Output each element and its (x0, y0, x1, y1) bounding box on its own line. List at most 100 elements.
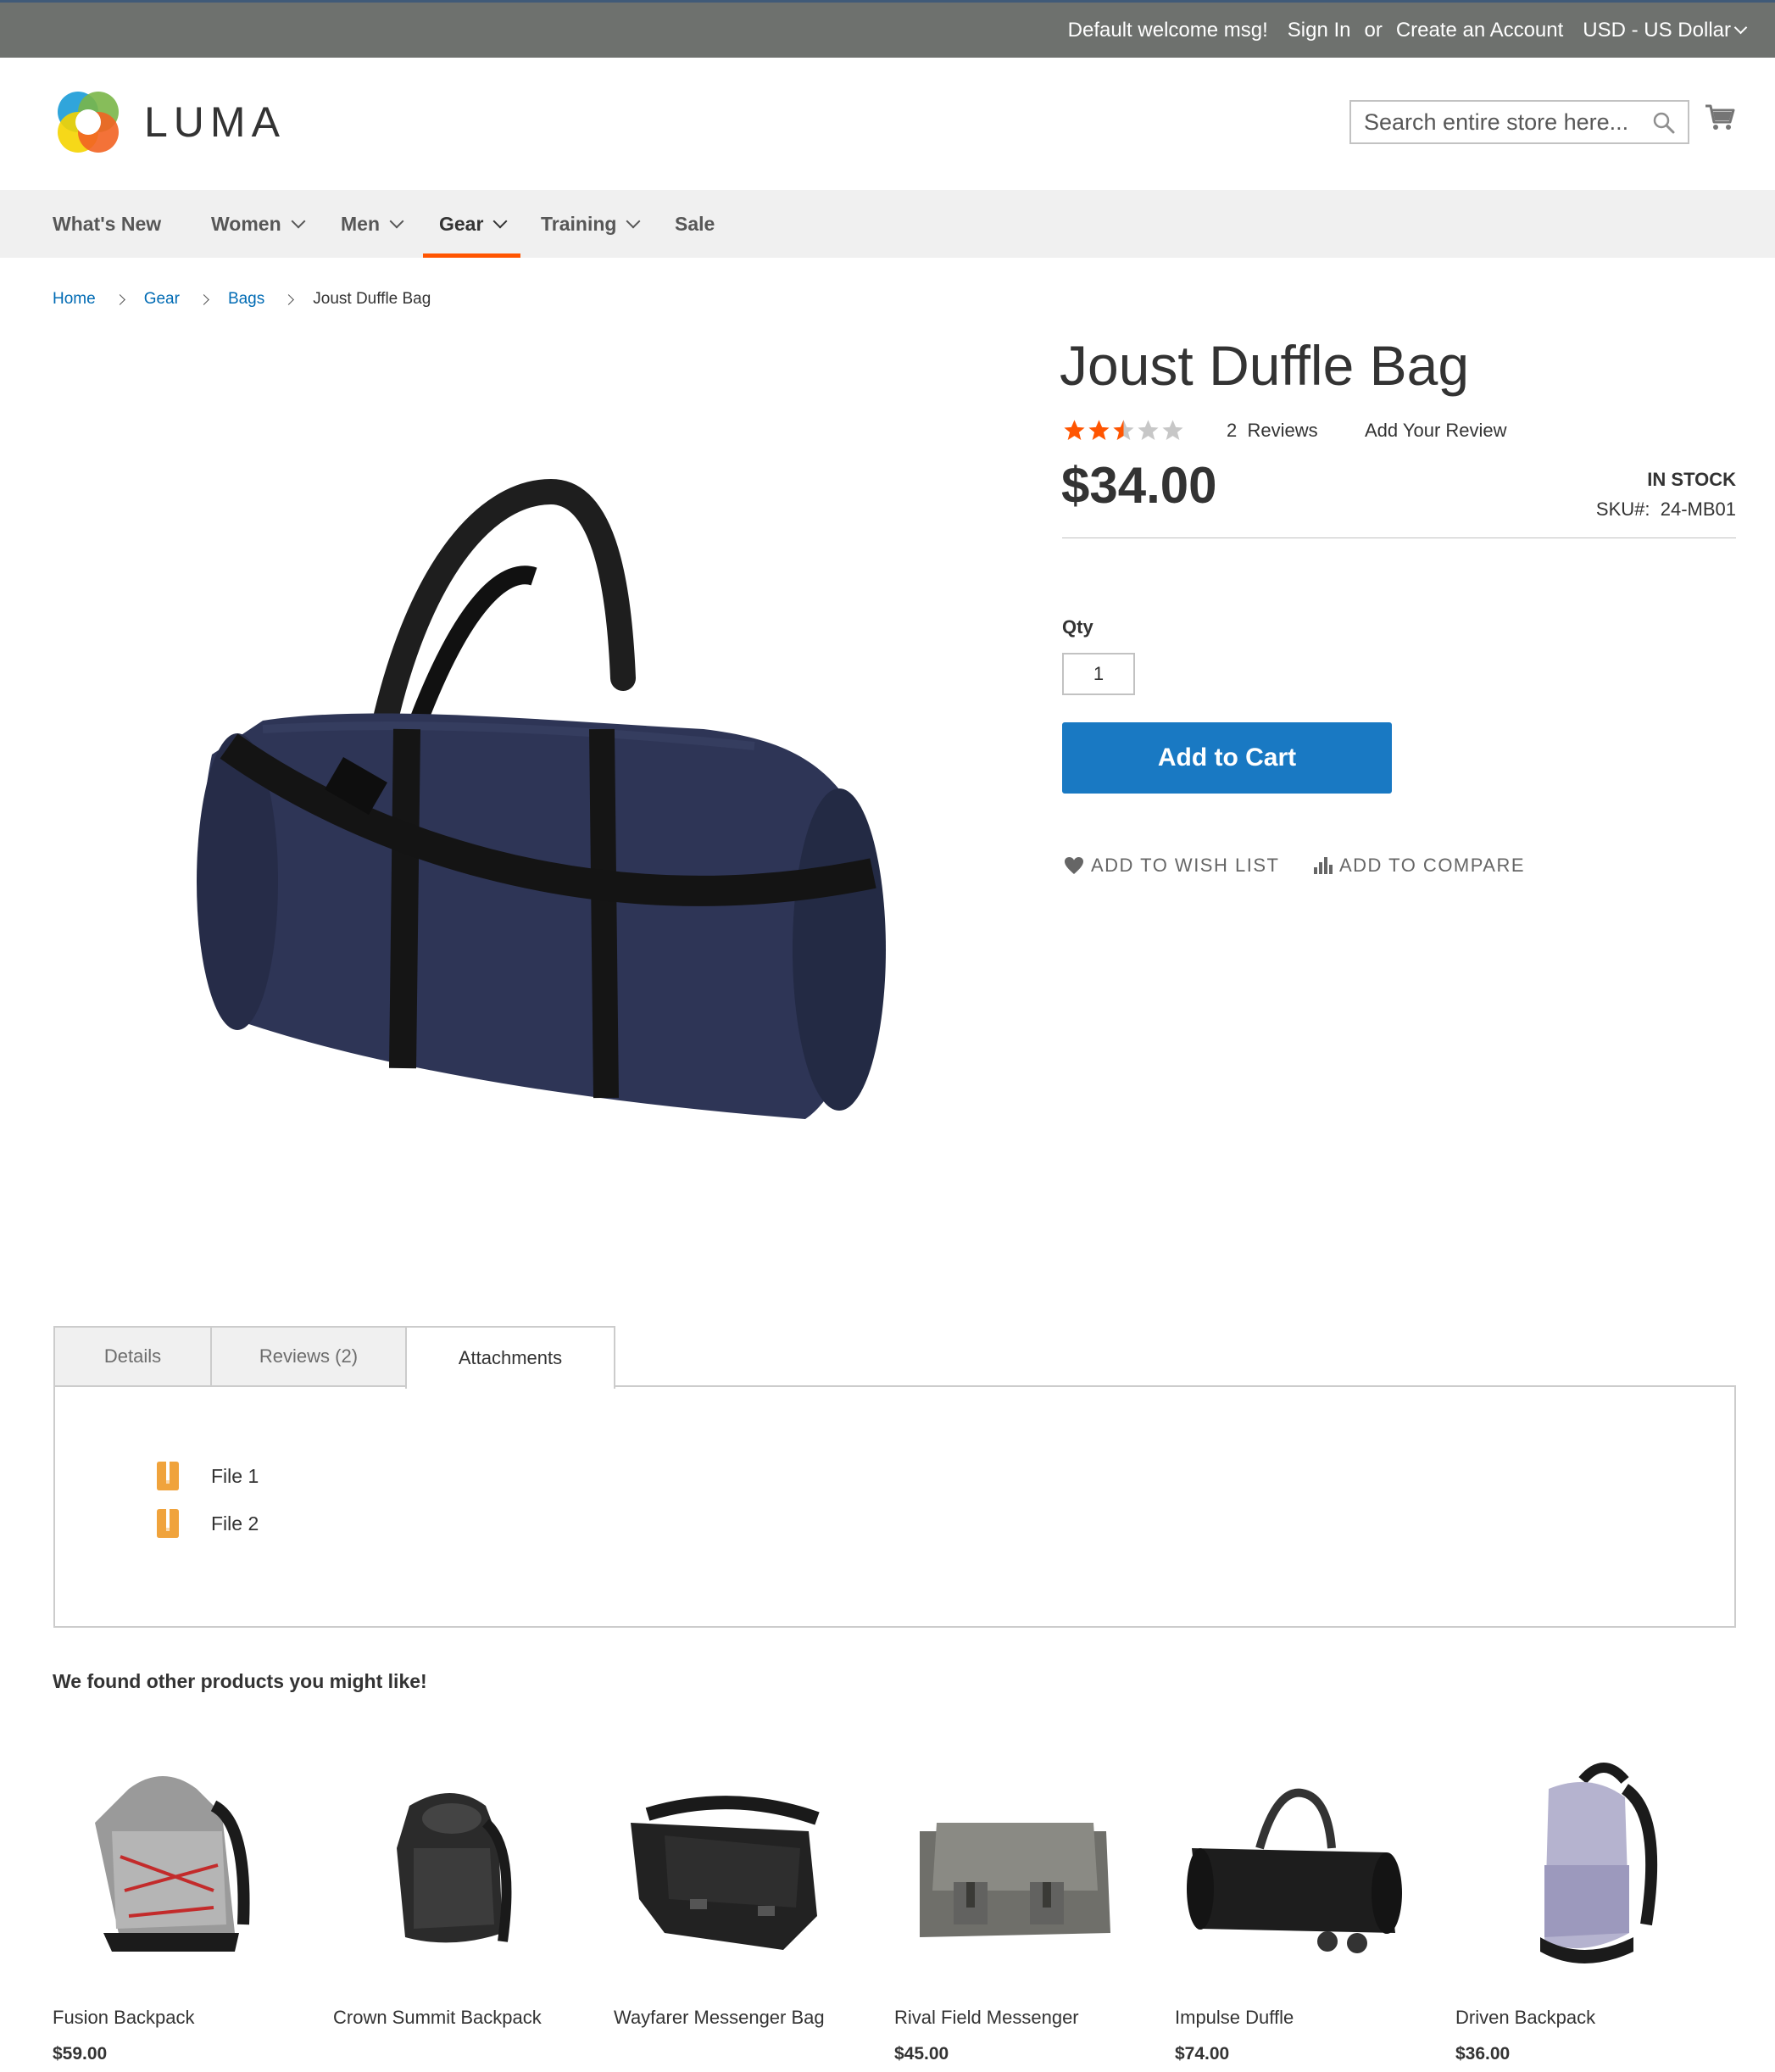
nav-item-label: Women (211, 212, 281, 235)
star-filled-icon (1064, 420, 1085, 440)
product-name[interactable]: Impulse Duffle (1175, 2005, 1395, 2030)
tab-label: Details (103, 1345, 162, 1367)
product-card[interactable]: Rival Field Messenger $45.00 (894, 1755, 1149, 2064)
star-filled-icon (1088, 420, 1110, 440)
breadcrumb: Home Gear Bags Joust Duffle Bag (53, 290, 431, 309)
nav-item-label: What's New (53, 212, 162, 235)
file-icon (157, 1509, 179, 1538)
product-image[interactable] (614, 1755, 851, 1975)
product-name[interactable]: Driven Backpack (1455, 2005, 1676, 2030)
tab-details[interactable]: Details (53, 1326, 212, 1387)
welcome-message: Default welcome msg! (1067, 18, 1268, 42)
or-text: or (1364, 18, 1383, 42)
divider (1062, 537, 1736, 538)
luma-logo-icon (58, 92, 119, 153)
product-image[interactable] (161, 475, 907, 1153)
product-name[interactable]: Wayfarer Messenger Bag (614, 2005, 834, 2030)
product-sku: SKU#: 24-MB01 (1596, 499, 1736, 521)
add-to-compare-link[interactable]: Add to Compare (1314, 855, 1525, 877)
product-name[interactable]: Rival Field Messenger (894, 2005, 1115, 2030)
attachments-panel: File 1 File 2 (53, 1385, 1736, 1628)
rating-summary (1062, 418, 1185, 443)
reviews-link[interactable]: 2 Reviews (1227, 420, 1318, 442)
search-input[interactable] (1351, 102, 1688, 142)
add-review-link[interactable]: Add Your Review (1365, 420, 1507, 442)
product-card[interactable]: Wayfarer Messenger Bag (614, 1755, 868, 2028)
product-price: $45.00 (894, 2044, 949, 2064)
related-products-title: We found other products you might like! (53, 1670, 427, 1692)
compare-label: Add to Compare (1339, 855, 1526, 876)
chevron-down-icon (492, 214, 508, 229)
product-price: $36.00 (1455, 2044, 1511, 2064)
tab-label: Reviews (2) (259, 1345, 359, 1367)
wishlist-label: Add to Wish List (1091, 855, 1280, 876)
star-half-icon (1113, 420, 1134, 440)
product-image[interactable] (53, 1755, 290, 1975)
product-card[interactable]: Crown Summit Backpack (333, 1755, 587, 2028)
product-image[interactable] (894, 1755, 1132, 1975)
chevron-right-icon (283, 293, 295, 305)
star-empty-icon (1162, 420, 1183, 440)
sign-in-link[interactable]: Sign In (1288, 19, 1351, 42)
product-price: $74.00 (1175, 2044, 1230, 2064)
qty-label: Qty (1062, 616, 1093, 638)
product-card[interactable]: Impulse Duffle $74.00 (1175, 1755, 1429, 2064)
tab-attachments[interactable]: Attachments (405, 1326, 615, 1389)
sku-value: 24-MB01 (1660, 499, 1736, 520)
nav-item-whats-new[interactable]: What's New (53, 190, 161, 258)
attachment-link[interactable]: File 1 (211, 1465, 259, 1488)
file-icon (157, 1462, 179, 1490)
chevron-right-icon (114, 293, 125, 305)
qty-input[interactable] (1064, 654, 1133, 693)
nav-item-label: Gear (439, 212, 484, 235)
currency-label: USD - US Dollar (1583, 18, 1731, 42)
breadcrumb-bags[interactable]: Bags (228, 290, 264, 309)
nav-item-sale[interactable]: Sale (675, 190, 715, 258)
top-panel: Default welcome msg! Sign In or Create a… (0, 0, 1775, 58)
compare-chart-icon (1314, 857, 1333, 874)
nav-item-label: Sale (675, 212, 715, 235)
search-icon[interactable] (1652, 111, 1676, 135)
breadcrumb-home[interactable]: Home (53, 290, 96, 309)
create-account-link[interactable]: Create an Account (1396, 19, 1563, 42)
tab-reviews[interactable]: Reviews (2) (210, 1326, 407, 1387)
chevron-down-icon (291, 214, 306, 229)
qty-field[interactable] (1062, 653, 1135, 695)
currency-switcher[interactable]: USD - US Dollar (1583, 18, 1748, 42)
nav-item-men[interactable]: Men (341, 190, 404, 258)
product-image[interactable] (1175, 1755, 1412, 1975)
product-card[interactable]: Fusion Backpack $59.00 (53, 1755, 307, 2064)
product-image[interactable] (1455, 1755, 1693, 1975)
product-title: Joust Duffle Bag (1060, 334, 1470, 397)
nav-item-label: Men (341, 212, 380, 235)
add-to-cart-button[interactable]: Add to Cart (1062, 722, 1392, 794)
product-price: $59.00 (53, 2044, 108, 2064)
product-name[interactable]: Crown Summit Backpack (333, 2005, 554, 2030)
search-field[interactable] (1349, 100, 1689, 144)
sku-label: SKU#: (1595, 499, 1650, 520)
shopping-cart-icon[interactable] (1704, 102, 1736, 134)
product-card[interactable]: Driven Backpack $36.00 (1455, 1755, 1710, 2064)
product-price: $34.00 (1061, 457, 1217, 514)
reviews-count: 2 (1227, 420, 1238, 441)
attachment-item[interactable]: File 2 (157, 1509, 259, 1538)
attachment-item[interactable]: File 1 (157, 1462, 259, 1490)
nav-item-women[interactable]: Women (211, 190, 306, 258)
heart-icon (1065, 857, 1083, 874)
product-name[interactable]: Fusion Backpack (53, 2005, 273, 2030)
store-logo[interactable]: LUMA (53, 86, 286, 158)
chevron-right-icon (198, 293, 209, 305)
chevron-down-icon (389, 214, 404, 229)
breadcrumb-current: Joust Duffle Bag (313, 290, 431, 308)
header-links: Default welcome msg! Sign In or Create a… (1067, 3, 1748, 58)
breadcrumb-gear[interactable]: Gear (144, 290, 180, 309)
product-image[interactable] (333, 1755, 570, 1975)
main-navigation: What's New Women Men Gear Training Sale (0, 190, 1775, 258)
nav-item-training[interactable]: Training (541, 190, 641, 258)
add-to-wishlist-link[interactable]: Add to Wish List (1064, 855, 1279, 877)
logo-text: LUMA (144, 98, 286, 146)
reviews-label: Reviews (1247, 420, 1318, 441)
stock-status: IN STOCK (1647, 469, 1736, 490)
attachment-link[interactable]: File 2 (211, 1512, 259, 1535)
nav-item-gear[interactable]: Gear (423, 190, 521, 258)
